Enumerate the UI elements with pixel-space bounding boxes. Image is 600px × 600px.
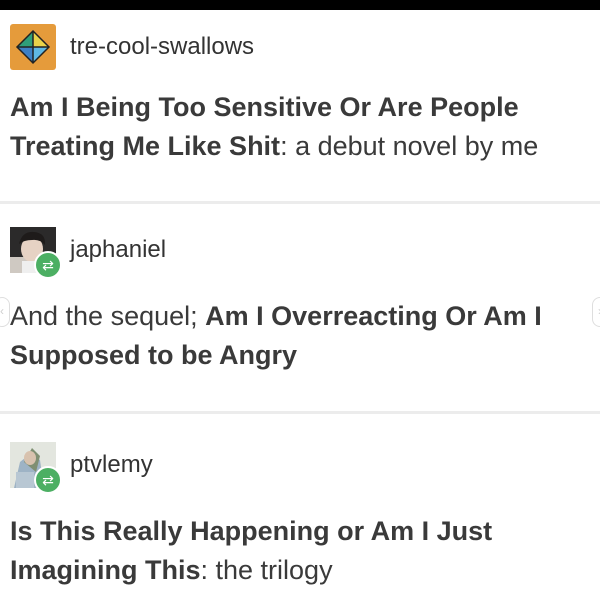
post-1: tre-cool-swallows Am I Being Too Sensiti… xyxy=(0,10,600,205)
post-divider xyxy=(0,201,600,204)
post-body: And the sequel; Am I Overreacting Or Am … xyxy=(10,297,590,375)
diamond-logo-icon xyxy=(15,29,51,65)
post-text: And the sequel; xyxy=(10,301,206,331)
post-header: tre-cool-swallows xyxy=(10,22,254,72)
post-divider xyxy=(0,411,600,414)
username[interactable]: tre-cool-swallows xyxy=(70,33,254,61)
reblog-icon: ⇄ xyxy=(34,251,62,279)
username[interactable]: ptvlemy xyxy=(70,451,153,479)
chevron-left-icon[interactable]: ‹ xyxy=(0,297,10,327)
avatar[interactable]: ⇄ xyxy=(10,227,62,279)
top-bar xyxy=(0,0,600,10)
avatar[interactable] xyxy=(10,24,56,70)
post-header: ⇄ ptvlemy xyxy=(10,440,153,494)
post-text: : the trilogy xyxy=(200,555,333,585)
reblog-icon: ⇄ xyxy=(34,466,62,494)
post-text: : a debut novel by me xyxy=(280,131,539,161)
post-header: ⇄ japhaniel xyxy=(10,225,166,279)
username[interactable]: japhaniel xyxy=(70,236,166,264)
post-3: ⇄ ptvlemy Is This Really Happening or Am… xyxy=(0,415,600,600)
chevron-right-icon[interactable]: › xyxy=(592,297,600,327)
avatar[interactable]: ⇄ xyxy=(10,442,62,494)
post-body: Is This Really Happening or Am I Just Im… xyxy=(10,512,590,590)
post-body: Am I Being Too Sensitive Or Are People T… xyxy=(10,88,590,166)
post-2: ⇄ japhaniel And the sequel; Am I Overrea… xyxy=(0,205,600,415)
